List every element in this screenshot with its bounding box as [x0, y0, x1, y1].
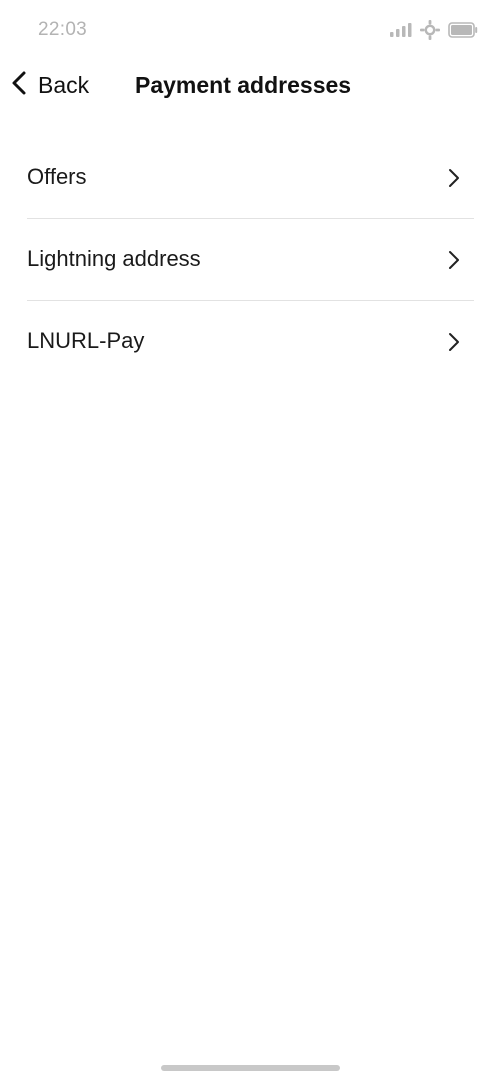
status-icons	[390, 20, 478, 40]
chevron-left-icon	[10, 70, 30, 101]
status-time: 22:03	[38, 19, 88, 40]
menu-item-label: Offers	[27, 164, 87, 189]
chevron-right-icon	[448, 168, 460, 188]
back-button[interactable]: Back	[10, 68, 89, 102]
battery-icon	[448, 22, 478, 38]
menu-item-lightning-address[interactable]: Lightning address	[27, 219, 474, 301]
chevron-right-icon	[448, 250, 460, 270]
status-bar: 22:03	[0, 0, 500, 60]
navigation-bar: Back Payment addresses	[0, 60, 500, 110]
home-indicator[interactable]	[161, 1065, 340, 1071]
payment-address-menu: Offers Lightning address LNURL-Pay	[27, 137, 474, 382]
menu-item-lnurl-pay[interactable]: LNURL-Pay	[27, 301, 474, 382]
wifi-icon	[420, 20, 440, 40]
menu-item-label: LNURL-Pay	[27, 328, 145, 353]
back-label: Back	[38, 71, 90, 98]
menu-item-offers[interactable]: Offers	[27, 137, 474, 219]
page-title: Payment addresses	[135, 72, 352, 98]
signal-icon	[390, 22, 412, 38]
chevron-right-icon	[448, 332, 460, 352]
menu-item-label: Lightning address	[27, 246, 201, 271]
